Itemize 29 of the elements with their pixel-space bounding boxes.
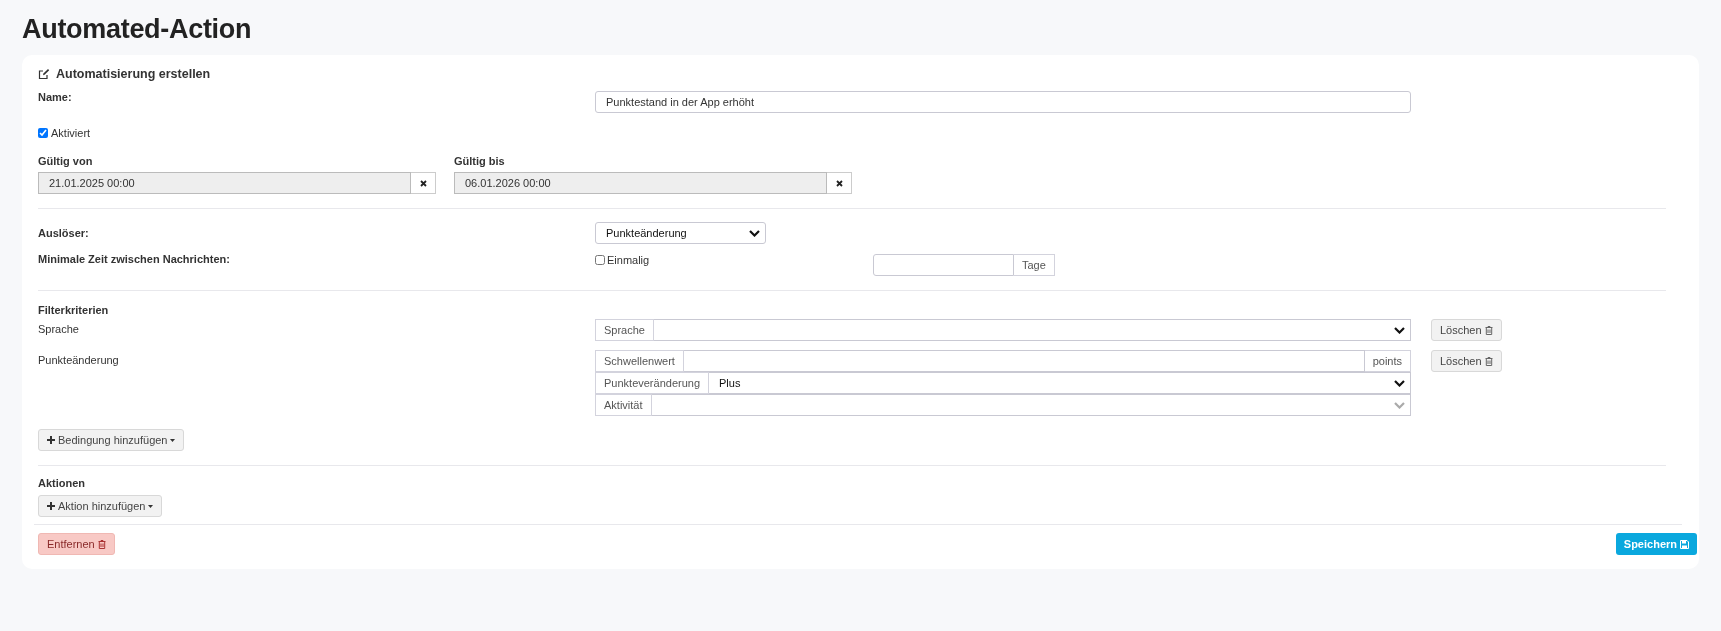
delete-button[interactable]: Löschen — [1431, 319, 1502, 341]
field-label: Gültig bis — [454, 155, 506, 167]
input-addon: Sprache — [595, 319, 654, 341]
delete-button[interactable]: Löschen — [1431, 350, 1502, 372]
name-input[interactable]: Punktestand in der App erhöht — [595, 91, 1411, 113]
trigger-select[interactable]: Punkteänderung — [595, 222, 766, 244]
add-action-button[interactable]: Aktion hinzufügen — [38, 495, 163, 517]
field-label: Minimale Zeit zwischen Nachrichten: — [38, 253, 231, 265]
input-addon: Aktivität — [595, 394, 652, 416]
input-addon: Schwellenwert — [595, 350, 684, 372]
checkbox-label: Aktiviert — [51, 127, 91, 139]
filter-select[interactable]: Plus — [709, 372, 1411, 394]
filter-label: Sprache — [38, 323, 80, 335]
filter-label: Punkteänderung — [38, 354, 120, 366]
page-title: Automated-Action — [22, 14, 253, 45]
remove-button[interactable]: Entfernen — [38, 533, 115, 555]
field-label: Auslöser: — [38, 227, 90, 239]
unit-addon: points — [1364, 350, 1411, 372]
unit-addon: Tage — [1014, 254, 1055, 276]
field-label: Name: — [38, 91, 73, 103]
section-title: Automatisierung erstellen — [56, 67, 211, 81]
add-condition-button[interactable]: Bedingung hinzufügen — [38, 429, 185, 451]
date-input[interactable]: 06.01.2026 00:00 — [454, 172, 827, 194]
date-input[interactable]: 21.01.2025 00:00 — [38, 172, 411, 194]
section-heading: Aktionen — [38, 477, 87, 489]
input-addon: Punkteveränderung — [595, 372, 709, 394]
checkbox-label: Einmalig — [607, 254, 650, 266]
field-label: Gültig von — [38, 155, 94, 167]
section-heading: Filterkriterien — [38, 304, 110, 316]
